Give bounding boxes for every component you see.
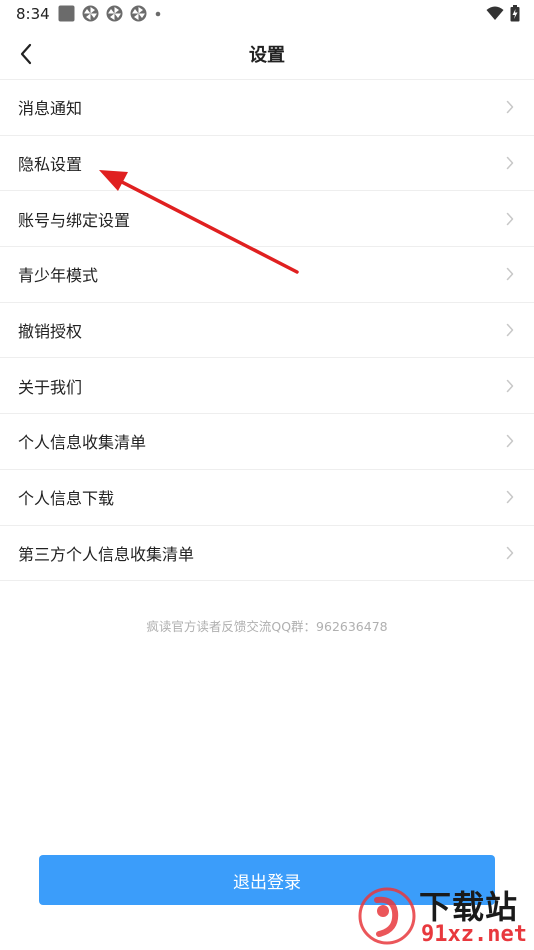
menu-item-label: 第三方个人信息收集清单 [18, 544, 195, 564]
dot-icon [154, 5, 162, 22]
menu-item-teen-mode[interactable]: 青少年模式 [0, 247, 534, 303]
wifi-icon [486, 6, 504, 21]
chevron-right-icon [506, 323, 514, 337]
header: 设置 [0, 28, 534, 80]
chevron-right-icon [506, 379, 514, 393]
menu-item-label: 关于我们 [18, 377, 83, 397]
chevron-right-icon [506, 435, 514, 448]
menu-item-label: 个人信息收集清单 [18, 433, 147, 453]
menu-item-label: 账号与绑定设置 [18, 210, 131, 230]
menu-item-third-party-info-list[interactable]: 第三方个人信息收集清单 [0, 526, 534, 582]
chevron-right-icon [506, 101, 514, 114]
battery-icon [510, 5, 520, 22]
menu-item-label: 撤销授权 [18, 322, 83, 342]
menu-item-account-binding[interactable]: 账号与绑定设置 [0, 191, 534, 248]
menu-item-personal-info-list[interactable]: 个人信息收集清单 [0, 414, 534, 470]
menu-item-label: 消息通知 [18, 99, 83, 119]
menu-item-label: 隐私设置 [18, 155, 83, 175]
page-title: 设置 [249, 45, 285, 66]
watermark-url: 91xz.net [421, 922, 527, 947]
chevron-right-icon [506, 156, 514, 170]
system-icons [480, 5, 520, 22]
app-square-icon [58, 5, 75, 22]
status-time: 8:34 [16, 5, 50, 23]
menu-item-personal-info-download[interactable]: 个人信息下载 [0, 470, 534, 526]
chevron-right-icon [506, 546, 514, 560]
pinwheel-icon [130, 5, 147, 22]
feedback-qq-group-note: 疯读官方读者反馈交流QQ群：962636478 [146, 619, 388, 634]
watermark-logo-icon [358, 887, 416, 945]
site-watermark: 下载站 91xz.net [357, 882, 532, 950]
settings-menu: 消息通知 隐私设置 账号与绑定设置 青少年模式 撤销授权 关于我们 个人信息收集… [0, 80, 534, 582]
chevron-right-icon [506, 212, 514, 225]
menu-item-about-us[interactable]: 关于我们 [0, 358, 534, 415]
chevron-right-icon [506, 490, 514, 504]
pinwheel-icon [82, 5, 99, 22]
status-bar: 8:34 [0, 0, 534, 28]
notification-icons [58, 5, 169, 22]
menu-item-notifications[interactable]: 消息通知 [0, 80, 534, 136]
chevron-right-icon [506, 268, 514, 281]
menu-item-label: 个人信息下载 [18, 489, 115, 509]
pinwheel-icon [106, 5, 123, 22]
menu-item-privacy-settings[interactable]: 隐私设置 [0, 136, 534, 192]
menu-item-label: 青少年模式 [18, 266, 99, 286]
menu-item-revoke-authorization[interactable]: 撤销授权 [0, 303, 534, 359]
